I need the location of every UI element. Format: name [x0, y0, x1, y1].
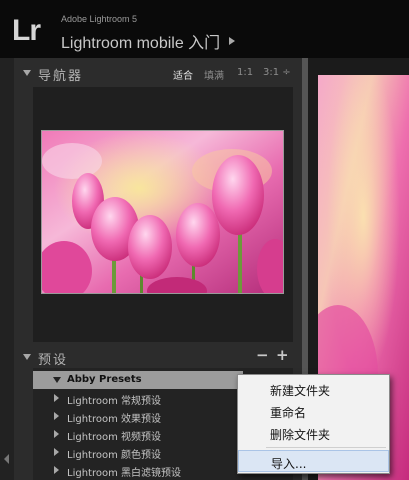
navigator-header[interactable]: 导航器 适合 填满 1:1 3:1 ÷	[18, 62, 298, 84]
preset-folder-video[interactable]: Lightroom 视频预设	[33, 425, 238, 443]
play-arrow-icon[interactable]	[229, 37, 235, 45]
preset-folder-bw[interactable]: Lightroom 黑白滤镜预设	[33, 461, 238, 479]
preset-folder-abby[interactable]: Abby Presets	[33, 371, 243, 389]
left-edge-strip	[0, 58, 14, 480]
collapsed-triangle-icon[interactable]	[54, 412, 59, 420]
menu-item-new-folder[interactable]: 新建文件夹	[238, 378, 389, 400]
navigator-title: 导航器	[38, 69, 84, 84]
collapse-triangle-icon[interactable]	[23, 354, 31, 360]
collapsed-triangle-icon[interactable]	[54, 394, 59, 402]
collapse-left-icon[interactable]	[4, 454, 9, 464]
zoom-fill-option[interactable]: 填满	[204, 67, 224, 82]
presets-title: 预设	[38, 353, 69, 368]
app-version-label: Adobe Lightroom 5	[61, 14, 138, 24]
preset-folder-color[interactable]: Lightroom 颜色预设	[33, 443, 238, 461]
collapsed-triangle-icon[interactable]	[54, 448, 59, 456]
preset-folder-general[interactable]: Lightroom 常规预设	[33, 389, 238, 407]
navigator-thumbnail[interactable]	[41, 130, 284, 294]
context-menu: 新建文件夹 重命名 删除文件夹 导入...	[237, 374, 390, 474]
menu-divider	[266, 447, 386, 448]
zoom-3to1-option[interactable]: 3:1 ÷	[263, 67, 291, 78]
menu-item-import[interactable]: 导入...	[238, 450, 389, 472]
zoom-1to1-option[interactable]: 1:1	[237, 67, 253, 78]
identity-title: Lightroom mobile 入门	[61, 35, 221, 52]
tulip-photo	[42, 131, 283, 293]
expanded-triangle-icon[interactable]	[53, 377, 61, 383]
zoom-fit-option[interactable]: 适合	[173, 67, 193, 82]
menu-item-rename[interactable]: 重命名	[238, 400, 389, 422]
presets-header[interactable]: 预设 − +	[18, 346, 298, 368]
lightroom-logo: Lr	[12, 14, 41, 47]
preset-folder-effects[interactable]: Lightroom 效果预设	[33, 407, 238, 425]
collapsed-triangle-icon[interactable]	[54, 430, 59, 438]
remove-preset-button[interactable]: −	[256, 346, 269, 364]
collapse-triangle-icon[interactable]	[23, 70, 31, 76]
identity-plate: Lr Adobe Lightroom 5 Lightroom mobile 入门	[0, 0, 409, 58]
menu-item-delete-folder[interactable]: 删除文件夹	[238, 422, 389, 444]
collapsed-triangle-icon[interactable]	[54, 466, 59, 474]
add-preset-button[interactable]: +	[276, 346, 289, 364]
